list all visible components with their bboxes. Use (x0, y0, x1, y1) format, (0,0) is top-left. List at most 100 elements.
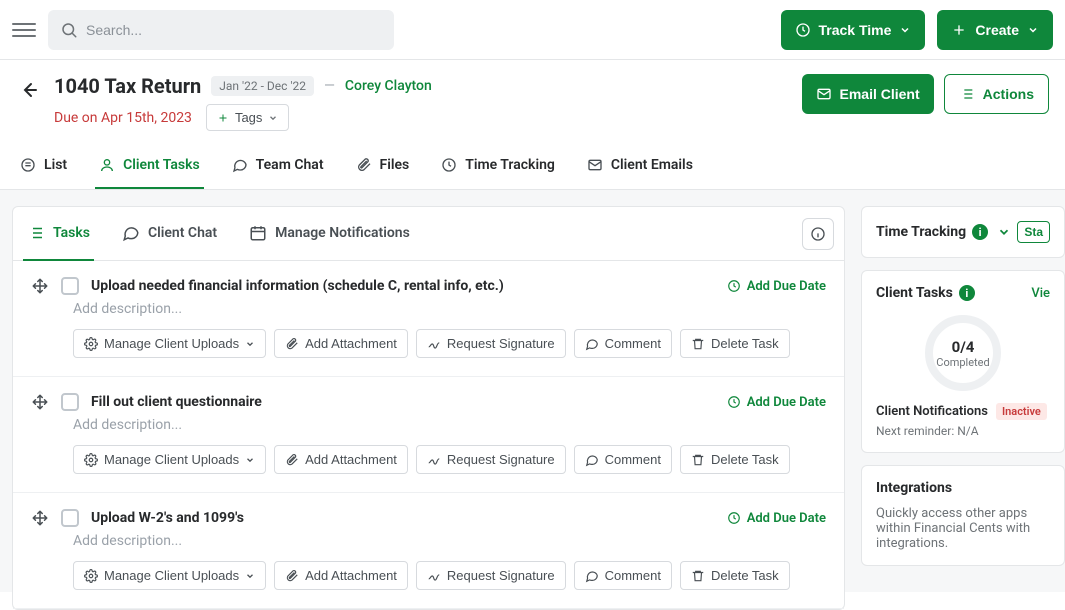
task-row: Upload needed financial information (sch… (13, 261, 844, 377)
task-description-placeholder[interactable]: Add description... (73, 417, 826, 433)
progress-label: Completed (936, 356, 989, 369)
task-description-placeholder[interactable]: Add description... (73, 301, 826, 317)
mail-icon (816, 86, 832, 102)
comment-button[interactable]: Comment (574, 561, 672, 590)
add-attachment-button[interactable]: Add Attachment (274, 329, 408, 358)
tab-client-emails-label: Client Emails (611, 157, 693, 173)
create-button[interactable]: Create (937, 10, 1053, 50)
panel-tab-notifications-label: Manage Notifications (275, 225, 410, 241)
tab-time-tracking-label: Time Tracking (465, 157, 555, 173)
comment-button[interactable]: Comment (574, 445, 672, 474)
list-icon (959, 86, 975, 102)
back-arrow-icon[interactable] (16, 78, 40, 102)
client-notifications-label: Client Notifications (876, 404, 988, 419)
task-title: Upload W-2's and 1099's (91, 510, 715, 526)
client-tasks-title: Client Tasks (876, 285, 953, 301)
search-icon (60, 21, 78, 39)
client-link[interactable]: Corey Clayton (345, 78, 432, 94)
tags-button[interactable]: Tags (206, 104, 289, 131)
paperclip-icon (285, 337, 299, 351)
list-icon (27, 224, 45, 242)
tab-list-label: List (44, 157, 67, 173)
menu-icon[interactable] (12, 18, 36, 42)
search-input[interactable] (86, 22, 382, 38)
panel-tab-client-chat[interactable]: Client Chat (118, 207, 221, 261)
create-label: Create (975, 22, 1019, 38)
delete-task-button[interactable]: Delete Task (680, 561, 790, 590)
clock-icon (727, 511, 741, 525)
add-due-date-link[interactable]: Add Due Date (727, 395, 826, 410)
comment-button[interactable]: Comment (574, 329, 672, 358)
chevron-down-icon[interactable] (997, 225, 1011, 239)
signature-icon (427, 569, 441, 583)
chevron-down-icon (245, 571, 255, 581)
manage-uploads-button[interactable]: Manage Client Uploads (73, 445, 266, 474)
tab-team-chat[interactable]: Team Chat (228, 149, 328, 189)
add-due-date-link[interactable]: Add Due Date (727, 279, 826, 294)
due-date-text: Due on Apr 15th, 2023 (54, 110, 192, 126)
task-title: Fill out client questionnaire (91, 394, 715, 410)
tab-time-tracking[interactable]: Time Tracking (437, 149, 559, 189)
page-title: 1040 Tax Return (54, 74, 201, 98)
add-due-date-link[interactable]: Add Due Date (727, 511, 826, 526)
chevron-down-icon (1027, 24, 1039, 36)
signature-icon (427, 453, 441, 467)
comment-icon (585, 337, 599, 351)
tab-client-emails[interactable]: Client Emails (583, 149, 697, 189)
content-area: Tasks Client Chat Manage Notifications (0, 190, 1065, 592)
actions-button[interactable]: Actions (944, 74, 1049, 114)
user-icon (99, 157, 115, 173)
gear-icon (84, 453, 98, 467)
trash-icon (691, 337, 705, 351)
info-button[interactable] (802, 218, 834, 250)
email-client-button[interactable]: Email Client (802, 74, 934, 114)
panel-tab-tasks[interactable]: Tasks (23, 207, 94, 261)
manage-uploads-button[interactable]: Manage Client Uploads (73, 561, 266, 590)
task-checkbox[interactable] (61, 393, 79, 411)
drag-handle-icon[interactable] (31, 277, 49, 295)
tab-files[interactable]: Files (352, 149, 414, 189)
task-checkbox[interactable] (61, 509, 79, 527)
task-description-placeholder[interactable]: Add description... (73, 533, 826, 549)
drag-handle-icon[interactable] (31, 393, 49, 411)
topbar: Track Time Create (0, 0, 1065, 60)
tab-list[interactable]: List (16, 149, 71, 189)
panel-tab-manage-notifications[interactable]: Manage Notifications (245, 207, 414, 261)
chevron-down-icon (899, 24, 911, 36)
start-button[interactable]: Sta (1017, 221, 1050, 243)
request-signature-button[interactable]: Request Signature (416, 329, 566, 358)
request-signature-button[interactable]: Request Signature (416, 561, 566, 590)
drag-handle-icon[interactable] (31, 509, 49, 527)
info-dot-icon[interactable]: i (959, 285, 975, 301)
chat-icon (232, 157, 248, 173)
panel-tab-tasks-label: Tasks (53, 225, 90, 241)
progress-value: 0/4 (952, 338, 975, 356)
page-header: 1040 Tax Return Jan '22 - Dec '22 — Core… (0, 60, 1065, 190)
comment-icon (585, 453, 599, 467)
gear-icon (84, 337, 98, 351)
progress-circle: 0/4 Completed (925, 315, 1001, 391)
view-link[interactable]: Vie (1031, 286, 1050, 301)
delete-task-button[interactable]: Delete Task (680, 329, 790, 358)
manage-uploads-button[interactable]: Manage Client Uploads (73, 329, 266, 358)
trash-icon (691, 453, 705, 467)
track-time-button[interactable]: Track Time (781, 10, 926, 50)
calendar-icon (249, 224, 267, 242)
delete-task-button[interactable]: Delete Task (680, 445, 790, 474)
add-attachment-button[interactable]: Add Attachment (274, 445, 408, 474)
task-checkbox[interactable] (61, 277, 79, 295)
info-icon (810, 226, 826, 242)
task-row: Fill out client questionnaire Add Due Da… (13, 377, 844, 493)
search-box[interactable] (48, 10, 394, 50)
tab-client-tasks[interactable]: Client Tasks (95, 149, 204, 189)
panel-tab-client-chat-label: Client Chat (148, 225, 217, 241)
signature-icon (427, 337, 441, 351)
time-tracking-title: Time Tracking (876, 224, 966, 240)
request-signature-button[interactable]: Request Signature (416, 445, 566, 474)
chevron-down-icon (245, 455, 255, 465)
paperclip-icon (285, 569, 299, 583)
info-dot-icon[interactable]: i (972, 224, 988, 240)
add-attachment-button[interactable]: Add Attachment (274, 561, 408, 590)
add-due-date-label: Add Due Date (747, 511, 826, 526)
trash-icon (691, 569, 705, 583)
